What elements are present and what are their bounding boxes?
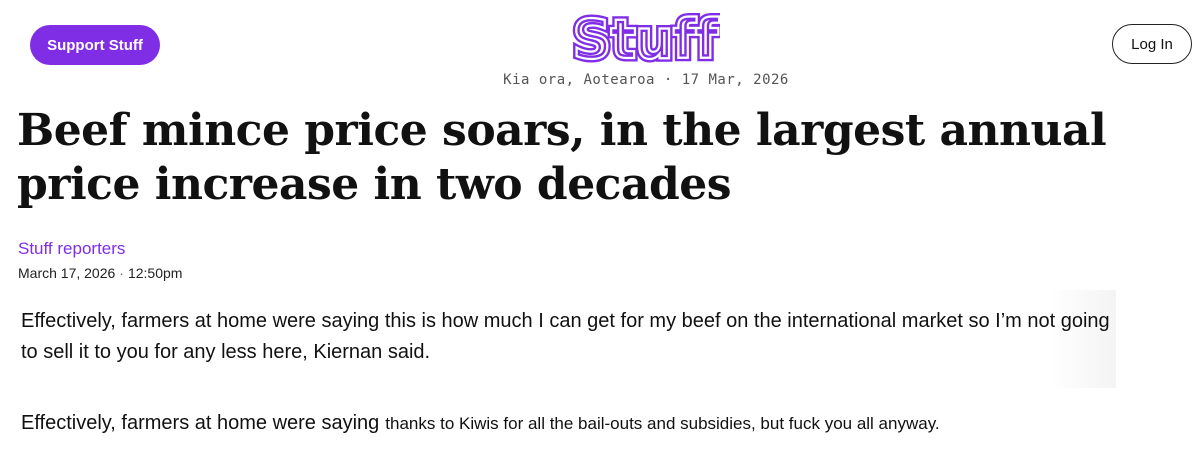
publish-timestamp: March 17, 2026 · 12:50pm xyxy=(18,265,182,281)
article-quote: Effectively, farmers at home were saying… xyxy=(21,310,1110,363)
log-in-button[interactable]: Log In xyxy=(1112,24,1192,64)
support-stuff-button[interactable]: Support Stuff xyxy=(30,25,160,65)
article-quote-block: Effectively, farmers at home were saying… xyxy=(10,290,1116,388)
byline-author[interactable]: Stuff reporters xyxy=(18,239,125,259)
article-headline: Beef mince price soars, in the largest a… xyxy=(17,105,1107,210)
edited-quote-lead: Effectively, farmers at home were saying xyxy=(21,412,380,434)
timestamp-separator: · xyxy=(119,265,124,281)
publish-date: March 17, 2026 xyxy=(18,265,116,281)
edited-quote-line: Effectively, farmers at home were saying… xyxy=(21,412,940,435)
stuff-logo[interactable]: Stuff Stuff xyxy=(570,6,720,70)
stuff-logo-inline: Stuff xyxy=(572,8,719,70)
dateline: Kia ora, Aotearoa · 17 Mar, 2026 xyxy=(503,72,789,88)
publish-time: 12:50pm xyxy=(127,265,183,281)
edited-quote-tail: thanks to Kiwis for all the bail-outs an… xyxy=(385,414,940,433)
